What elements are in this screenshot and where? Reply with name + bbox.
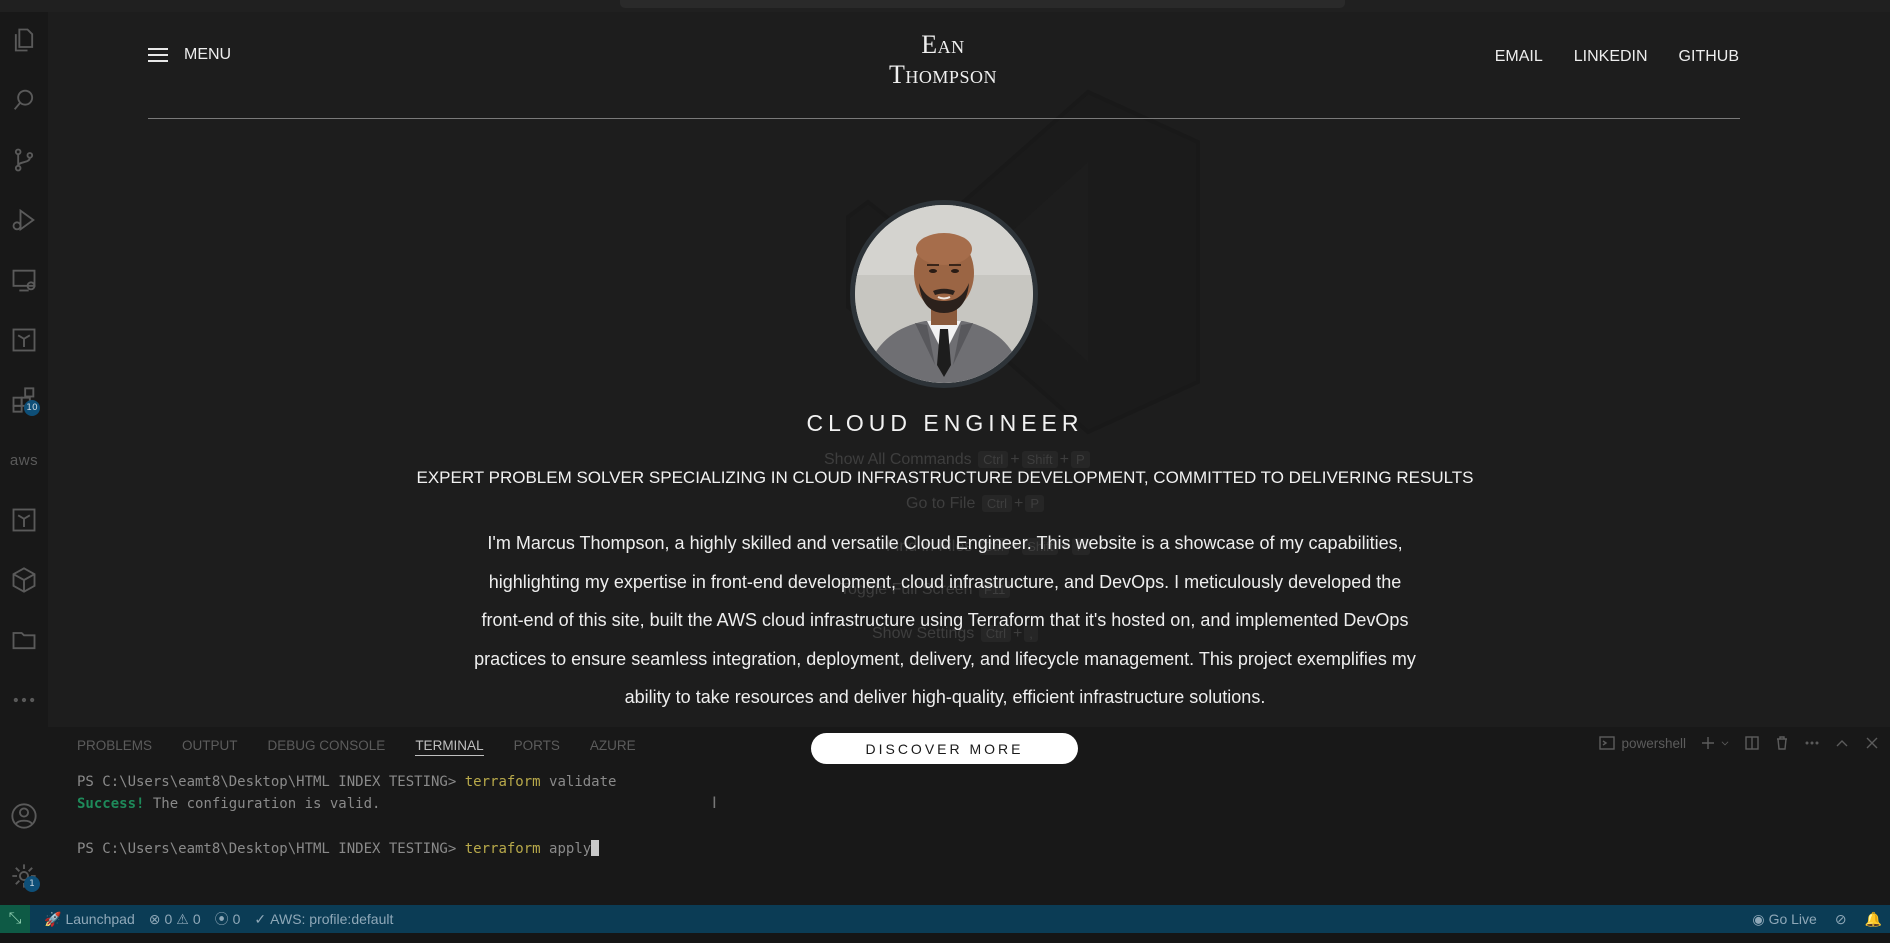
broadcast-icon: ⦿ [214,911,229,927]
status-bar-right: ◉ Go Live ⊘ 🔔 [1738,905,1882,933]
tab-output[interactable]: OUTPUT [182,738,238,756]
hint-key: Ctrl [981,495,1013,512]
aws-profile-item[interactable]: ✓ AWS: profile:default [254,911,393,928]
terminal-input-line[interactable]: PS C:\Users\eamt8\Desktop\HTML INDEX TES… [77,840,600,857]
close-panel-icon[interactable] [1864,735,1880,751]
more-icon[interactable] [6,682,42,718]
notifications-bell-icon[interactable]: 🔔 [1865,911,1882,928]
shell-label: powershell [1621,735,1686,751]
terraform-icon[interactable] [6,322,42,358]
split-terminal-icon[interactable] [1744,735,1760,751]
logo-first-name: Ean [921,30,965,59]
terminal-cursor [591,840,600,856]
explorer-icon[interactable] [6,22,42,58]
launchpad-label: Launchpad [65,911,135,927]
copilot-icon[interactable]: ⊘ [1835,911,1847,928]
taskbar-edge [0,933,1890,943]
rocket-icon: 🚀 [44,910,62,927]
menu-label: MENU [184,46,232,63]
source-control-icon[interactable] [6,142,42,178]
chevron-down-icon[interactable] [1720,735,1730,751]
remote-indicator-icon[interactable]: ⤡ [0,905,30,933]
status-bar: ⤡ 🚀 Launchpad ⊗ 0 ⚠ 0 ⦿ 0 ✓ AWS: profile… [0,905,1890,933]
vscode-window: 10 aws 1 Show All Commands Ctrl + Shift … [0,0,1890,943]
site-nav-links: EMAIL LINKEDIN GITHUB [1495,48,1739,66]
maximize-panel-icon[interactable] [1834,735,1850,751]
package-icon[interactable] [6,562,42,598]
go-live-label: Go Live [1768,911,1817,927]
nav-link-github[interactable]: GITHUB [1679,48,1739,66]
aws-profile-label: AWS: profile:default [270,911,394,927]
site-menu-button[interactable]: MENU [148,46,231,64]
terminal-line: PS C:\Users\eamt8\Desktop\HTML INDEX TES… [77,774,616,790]
activity-bar: 10 aws 1 [0,12,48,905]
header-divider [148,118,1740,119]
settings-icon[interactable]: 1 [6,858,42,894]
terminal-command-arg: apply [549,841,592,857]
tab-ports[interactable]: PORTS [514,738,560,756]
error-count: 0 [164,911,173,927]
title-bar [0,0,1890,12]
panel-actions: powershell [1599,735,1880,751]
aws-icon-label: aws [9,451,39,469]
hint-key: Shift [1021,451,1058,468]
site-logo[interactable]: Ean Thompson [843,30,1043,90]
tab-problems[interactable]: PROBLEMS [77,738,152,756]
ports-item[interactable]: ⦿ 0 [215,909,241,929]
remote-explorer-icon[interactable] [6,262,42,298]
nav-link-email[interactable]: EMAIL [1495,48,1543,66]
terminal-command-bin: terraform [464,841,541,857]
error-icon: ⊗ [148,910,161,927]
command-center[interactable] [620,0,1345,8]
broadcast-icon: ◉ [1752,910,1765,927]
more-actions-icon[interactable] [1804,735,1820,751]
launchpad-item[interactable]: 🚀 Launchpad [44,911,135,928]
hint-go-to-file: Go to File Ctrl + P [906,495,1046,513]
hint-key: P [1071,451,1090,468]
terminal-prompt: PS C:\Users\eamt8\Desktop\HTML INDEX TES… [77,841,457,857]
profile-photo [850,200,1038,388]
tab-terminal[interactable]: TERMINAL [415,738,484,756]
nav-link-linkedin[interactable]: LINKEDIN [1574,48,1648,66]
hero-bio-paragraph: I'm Marcus Thompson, a highly skilled an… [474,533,1416,707]
check-icon: ✓ [254,910,267,927]
ports-count: 0 [232,911,241,927]
hint-show-all-commands: Show All Commands Ctrl + Shift + P [824,451,1092,469]
terraform-cloud-icon[interactable] [6,502,42,538]
account-icon[interactable] [6,798,42,834]
hamburger-icon [148,48,168,62]
search-icon[interactable] [6,82,42,118]
hero-tagline: EXPERT PROBLEM SOLVER SPECIALIZING IN CL… [416,468,1474,487]
terminal-line: Success! The configuration is valid. [77,796,380,812]
terminal-prompt: PS C:\Users\eamt8\Desktop\HTML INDEX TES… [77,774,457,790]
settings-badge: 1 [24,876,40,892]
hint-key: P [1025,495,1045,512]
hint-key: Ctrl [978,451,1009,468]
logo-last-name: Thompson [889,60,997,89]
trash-icon[interactable] [1774,735,1790,751]
warning-count: 0 [192,911,201,927]
problems-item[interactable]: ⊗ 0 ⚠ 0 [149,911,201,928]
terminal-icon [1599,736,1616,750]
new-terminal-icon[interactable] [1700,735,1716,751]
text-cursor-icon: I [712,793,717,812]
terminal-success-message: The configuration is valid. [144,796,381,812]
tab-azure[interactable]: AZURE [590,738,636,756]
warning-icon: ⚠ [176,910,189,927]
discover-more-button[interactable]: DISCOVER MORE [811,733,1078,764]
terminal-success-word: Success! [77,796,145,812]
go-live-item[interactable]: ◉ Go Live [1752,911,1816,928]
hero-role-title: CLOUD ENGINEER [806,410,1084,436]
run-debug-icon[interactable] [6,202,42,238]
terminal-command-arg: validate [549,774,617,790]
folder-icon[interactable] [6,622,42,658]
hint-label: Go to File [906,495,976,512]
tab-debug-console[interactable]: DEBUG CONSOLE [268,738,386,756]
panel-tabs: PROBLEMS OUTPUT DEBUG CONSOLE TERMINAL P… [77,738,636,756]
terminal-shell-selector[interactable]: powershell [1599,735,1686,751]
terminal-command-bin: terraform [464,774,541,790]
hint-label: Show All Commands [824,451,972,468]
